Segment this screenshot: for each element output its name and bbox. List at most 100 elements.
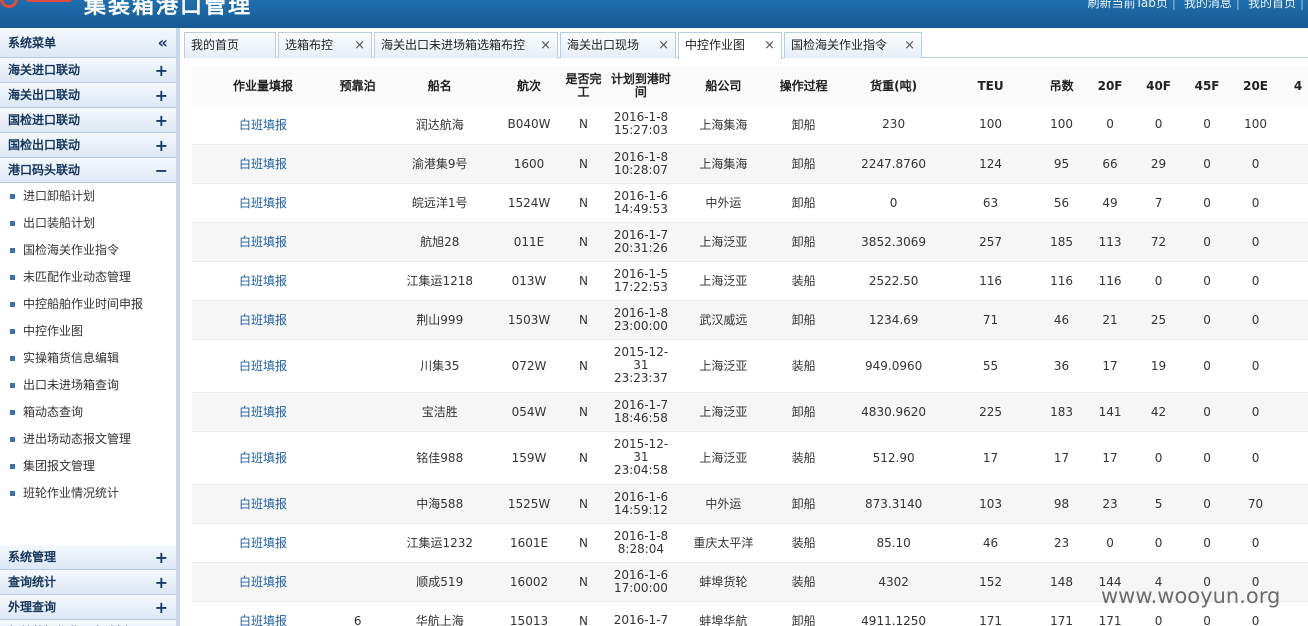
sidebar-item-5[interactable]: 中控作业图	[0, 318, 176, 345]
column-header: 计划到港时间	[607, 67, 675, 105]
bullet-icon	[10, 437, 15, 442]
expand-icon[interactable]: +	[155, 620, 168, 626]
close-tab-icon[interactable]: ×	[904, 33, 915, 58]
table-cell: 0	[1125, 261, 1192, 301]
sidebar-item-11[interactable]: 班轮作业情况统计	[0, 480, 176, 507]
table-cell: 17	[1094, 339, 1126, 393]
tab-2[interactable]: 海关出口未进场箱选箱布控 ×	[374, 32, 558, 58]
close-tab-icon[interactable]: ×	[764, 33, 775, 58]
sidebar-item-2[interactable]: 国检海关作业指令	[0, 237, 176, 264]
tab-label: 海关出口现场	[567, 38, 640, 52]
table-cell: 7	[1125, 183, 1192, 223]
sidebar-group-groups_top-4[interactable]: 港口码头联动 −	[0, 158, 176, 183]
my-messages-link[interactable]: 我的消息	[1184, 0, 1232, 10]
sidebar-item-6[interactable]: 实操箱货信息编辑	[0, 345, 176, 372]
bullet-icon	[10, 329, 15, 334]
table-cell: 0	[1191, 523, 1223, 563]
fill-report-link[interactable]: 白班填报	[192, 144, 335, 184]
fill-report-link[interactable]: 白班填报	[192, 523, 335, 563]
column-header: 预靠泊	[334, 67, 382, 105]
table-cell: 2016-1-8 23:00:00	[607, 300, 675, 340]
collapse-sidebar-icon[interactable]: «	[158, 28, 168, 58]
fill-report-link[interactable]: 白班填报	[192, 300, 335, 340]
table-cell: 23	[1029, 523, 1095, 563]
expand-icon[interactable]: +	[155, 108, 168, 133]
fill-report-link[interactable]: 白班填报	[192, 222, 335, 262]
sidebar-group-groups_bottom-3[interactable]: 船舶装卸作业昼夜计划+	[0, 620, 176, 626]
sidebar-item-4[interactable]: 中控船舶作业时间申报	[0, 291, 176, 318]
fill-report-link[interactable]: 白班填报	[192, 601, 335, 626]
sidebar-item-label: 出口装船计划	[23, 216, 96, 230]
table-cell	[334, 261, 382, 301]
collapse-icon[interactable]: −	[155, 158, 168, 183]
expand-icon[interactable]: +	[155, 133, 168, 158]
sidebar-group-groups_top-2[interactable]: 国检进口联动 +	[0, 108, 176, 133]
sidebar-group-groups_bottom-1[interactable]: 查询统计 +	[0, 570, 176, 595]
table-cell: 2016-1-6 14:49:53	[607, 183, 675, 223]
table-cell: 1601E	[498, 523, 560, 563]
fill-report-link[interactable]: 白班填报	[192, 183, 335, 223]
column-header: 20F	[1094, 67, 1126, 105]
fill-report-link[interactable]: 白班填报	[192, 484, 335, 524]
sidebar-item-label: 实操箱货信息编辑	[23, 351, 120, 365]
table-cell: 225	[952, 392, 1030, 432]
sidebar-group-groups_top-0[interactable]: 海关进口联动 +	[0, 58, 176, 83]
my-home-link[interactable]: 我的首页	[1248, 0, 1296, 10]
sidebar-item-7[interactable]: 出口未进场箱查询	[0, 372, 176, 399]
close-tab-icon[interactable]: ×	[658, 33, 669, 58]
tab-0[interactable]: 我的首页	[184, 32, 276, 58]
fill-report-link[interactable]: 白班填报	[192, 261, 335, 301]
expand-icon[interactable]: +	[155, 595, 168, 620]
sidebar-group-groups_bottom-2[interactable]: 外理查询 +	[0, 595, 176, 620]
tab-1[interactable]: 选箱布控 ×	[278, 32, 372, 58]
tab-label: 国检海关作业指令	[791, 38, 888, 52]
table-cell: 0	[1191, 105, 1223, 145]
table-cell: N	[559, 144, 608, 184]
fill-report-link[interactable]: 白班填报	[192, 431, 335, 485]
tab-3[interactable]: 海关出口现场 ×	[560, 32, 676, 58]
sidebar-item-label: 未匹配作业动态管理	[23, 270, 132, 284]
refresh-tab-link[interactable]: 刷新当前Tab页	[1088, 0, 1168, 10]
table-cell: 98	[1029, 484, 1095, 524]
column-header: 45F	[1191, 67, 1223, 105]
table-cell	[1288, 300, 1308, 340]
sidebar-group-groups_bottom-0[interactable]: 系统管理 +	[0, 545, 176, 570]
table-cell: N	[559, 300, 608, 340]
table-cell: 6	[334, 601, 382, 626]
table-cell: 0	[1222, 144, 1289, 184]
header-links: 刷新当前Tab页 | 我的消息 | 我的首页 |	[1084, 0, 1308, 11]
column-header: 40F	[1125, 67, 1192, 105]
close-tab-icon[interactable]: ×	[354, 33, 365, 58]
fill-report-link[interactable]: 白班填报	[192, 105, 335, 145]
table-cell: 116	[1029, 261, 1095, 301]
tab-5[interactable]: 国检海关作业指令 ×	[784, 32, 922, 58]
tab-4[interactable]: 中控作业图 ×	[678, 32, 782, 59]
fill-report-link[interactable]: 白班填报	[192, 339, 335, 393]
bullet-icon	[10, 491, 15, 496]
table-cell: 148	[1029, 562, 1095, 602]
sidebar-item-9[interactable]: 进出场动态报文管理	[0, 426, 176, 453]
table-cell: 0	[1191, 392, 1223, 432]
fill-report-link[interactable]: 白班填报	[192, 392, 335, 432]
table-cell: 润达航海	[381, 105, 499, 145]
sidebar-item-3[interactable]: 未匹配作业动态管理	[0, 264, 176, 291]
sidebar-item-0[interactable]: 进口卸船计划	[0, 183, 176, 210]
expand-icon[interactable]: +	[155, 58, 168, 83]
table-cell: 卸船	[772, 105, 836, 145]
sidebar-item-1[interactable]: 出口装船计划	[0, 210, 176, 237]
table-cell: 0	[1222, 222, 1289, 262]
sidebar-item-8[interactable]: 箱动态查询	[0, 399, 176, 426]
fill-report-link[interactable]: 白班填报	[192, 562, 335, 602]
expand-icon[interactable]: +	[155, 545, 168, 570]
sidebar-group-groups_top-3[interactable]: 国检出口联动 +	[0, 133, 176, 158]
sidebar-item-label: 出口未进场箱查询	[23, 378, 120, 392]
sidebar-item-10[interactable]: 集团报文管理	[0, 453, 176, 480]
sidebar-group-label: 港口码头联动	[8, 163, 81, 177]
sidebar-item-label: 箱动态查询	[23, 405, 84, 419]
close-tab-icon[interactable]: ×	[540, 33, 551, 58]
sidebar-group-groups_top-1[interactable]: 海关出口联动 +	[0, 83, 176, 108]
table-cell: 1234.69	[835, 300, 953, 340]
expand-icon[interactable]: +	[155, 570, 168, 595]
expand-icon[interactable]: +	[155, 83, 168, 108]
table-cell: 949.0960	[835, 339, 953, 393]
